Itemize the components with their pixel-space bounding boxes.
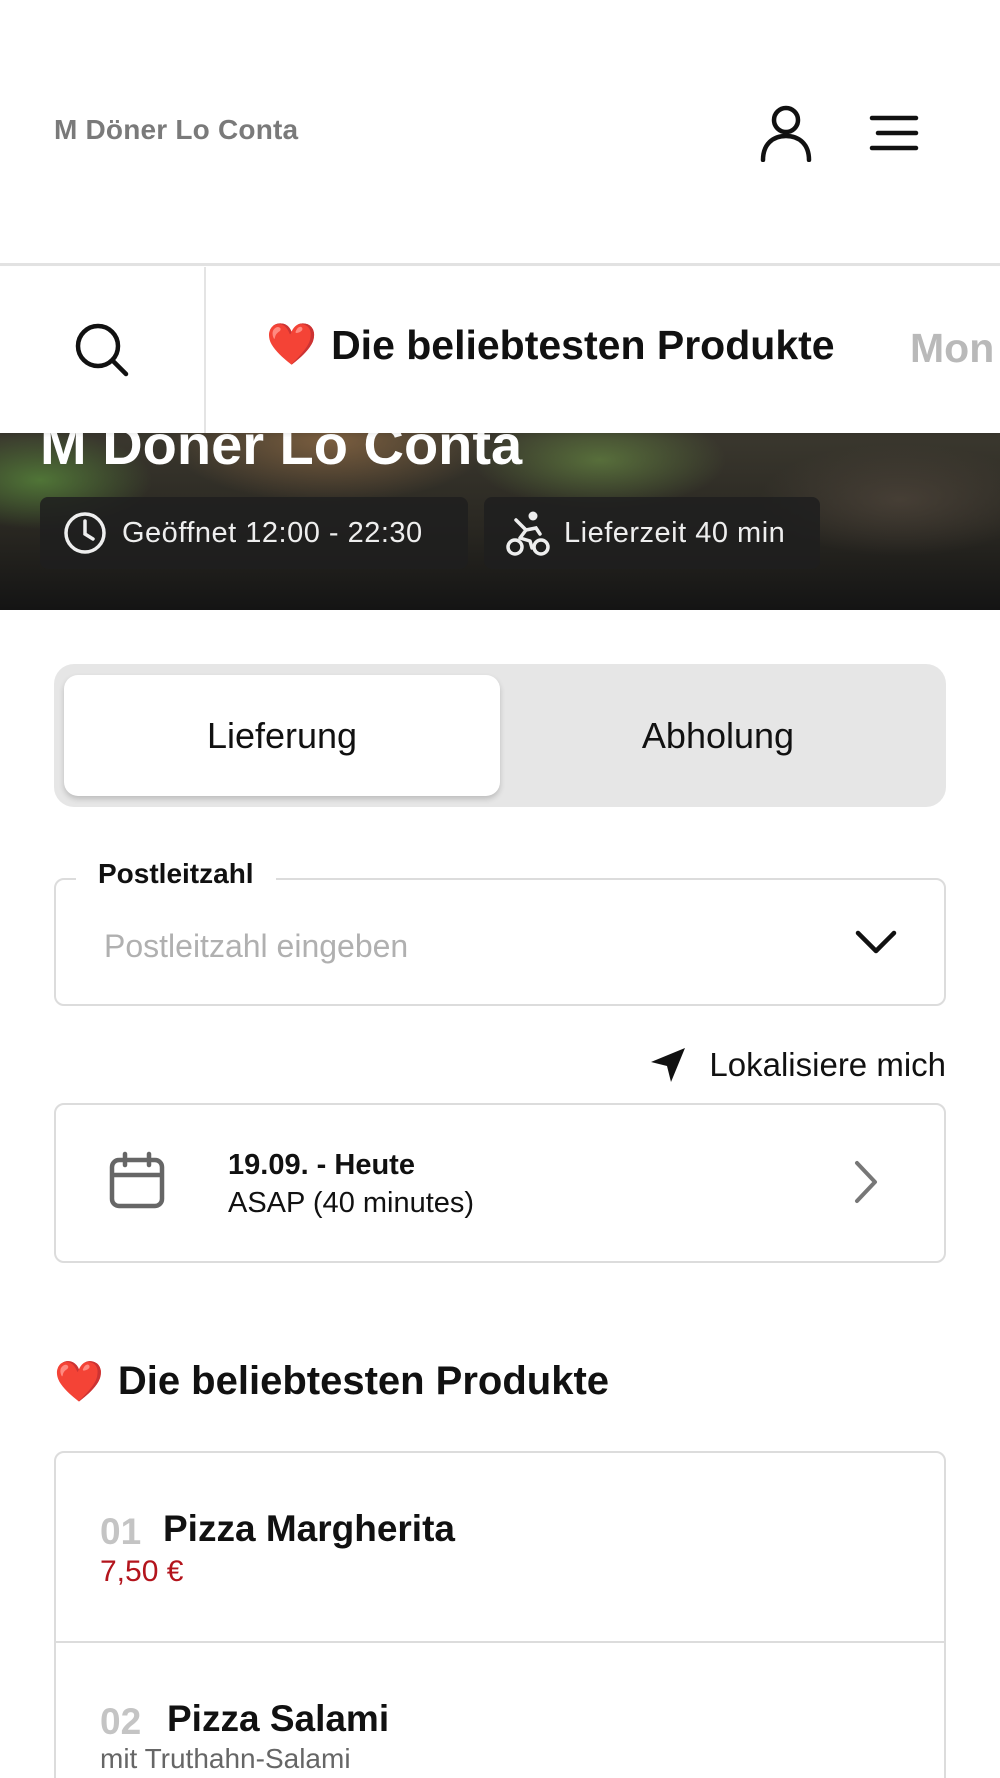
product-number: 01 — [100, 1511, 142, 1552]
postal-code-label: Postleitzahl — [76, 858, 276, 890]
opening-hours-text: Geöffnet 12:00 - 22:30 — [122, 516, 423, 549]
category-tab-next[interactable]: Mon — [910, 325, 994, 372]
search-icon — [75, 323, 129, 377]
calendar-icon — [109, 1151, 165, 1209]
locate-me-label: Lokalisiere mich — [709, 1046, 946, 1083]
opening-hours-chip: Geöffnet 12:00 - 22:30 — [40, 497, 468, 569]
hero-banner: M Döner Lo Conta Geöffnet 12:00 - 22:30 … — [0, 420, 1000, 610]
locate-me-button[interactable]: Lokalisiere mich — [649, 1046, 946, 1084]
order-mode-toggle: Lieferung Abholung — [54, 664, 946, 807]
delivery-time-text: Lieferzeit 40 min — [564, 516, 786, 549]
clock-icon — [64, 512, 106, 554]
selected-date: 19.09. - Heute — [228, 1149, 415, 1181]
app-header: M Döner Lo Conta — [0, 0, 1000, 266]
section-title-label: Die beliebtesten Produkte — [117, 1359, 610, 1403]
product-description: mit Truthahn-Salami — [100, 1743, 351, 1774]
selected-time: ASAP (40 minutes) — [228, 1187, 475, 1219]
cyclist-icon — [506, 511, 550, 556]
product-list: 01 Pizza Margherita 7,50 € 02 Pizza Sala… — [54, 1451, 946, 1778]
delivery-time-selector[interactable]: 19.09. - Heute ASAP (40 minutes) — [54, 1103, 946, 1263]
postal-code-input[interactable] — [104, 928, 804, 965]
heart-icon: ❤️ — [54, 1360, 104, 1404]
search-button[interactable] — [0, 267, 206, 433]
category-tab-label: Die beliebtesten Produkte — [331, 321, 835, 368]
delivery-time-chip: Lieferzeit 40 min — [484, 497, 820, 569]
product-name: Pizza Margherita — [163, 1508, 455, 1549]
postal-code-dropdown-toggle[interactable] — [852, 918, 900, 966]
section-title: ❤️ Die beliebtesten Produkte — [54, 1358, 609, 1405]
chevron-right-icon — [855, 1161, 877, 1203]
user-icon — [760, 105, 812, 162]
product-item[interactable]: 02 Pizza Salami mit Truthahn-Salami — [56, 1643, 944, 1778]
hamburger-menu-icon — [869, 115, 919, 151]
product-item[interactable]: 01 Pizza Margherita 7,50 € — [56, 1453, 944, 1643]
category-bar: ❤️ Die beliebtesten Produkte Mon — [0, 267, 1000, 433]
category-tab-popular[interactable]: ❤️ Die beliebtesten Produkte — [266, 321, 835, 369]
brand-name[interactable]: M Döner Lo Conta — [54, 114, 298, 146]
postal-code-field: Postleitzahl — [54, 858, 946, 1006]
account-button[interactable] — [756, 100, 816, 166]
menu-button[interactable] — [864, 100, 924, 166]
location-arrow-icon — [651, 1048, 686, 1082]
product-price: 7,50 € — [100, 1555, 184, 1588]
product-name: Pizza Salami — [167, 1698, 390, 1739]
delivery-option[interactable]: Lieferung — [64, 675, 500, 796]
pickup-option[interactable]: Abholung — [500, 675, 936, 796]
chevron-down-icon — [855, 930, 897, 954]
product-number: 02 — [100, 1701, 142, 1742]
heart-icon: ❤️ — [266, 321, 318, 367]
